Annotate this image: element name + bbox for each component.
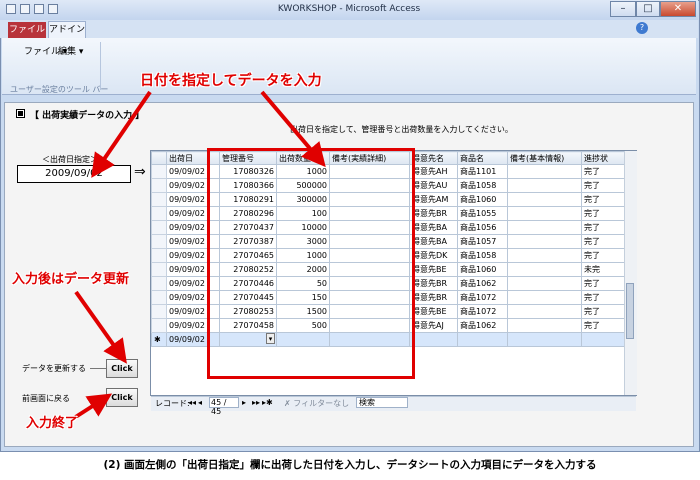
annotation-update-data: 入力後はデータ更新 (12, 272, 130, 287)
arrow-to-update-button (74, 290, 127, 364)
arrow-to-datasheet (260, 90, 326, 168)
figure-caption: (2) 画面左側の「出荷日指定」欄に出荷した日付を入力し、データシートの入力項目… (103, 459, 597, 471)
arrow-to-return-button (72, 393, 113, 420)
arrow-to-date-input (91, 90, 152, 178)
annotation-enter-data: 日付を指定してデータを入力 (140, 73, 322, 89)
annotation-end-input: 入力終了 (26, 416, 79, 431)
annotation-arrows (72, 90, 326, 420)
